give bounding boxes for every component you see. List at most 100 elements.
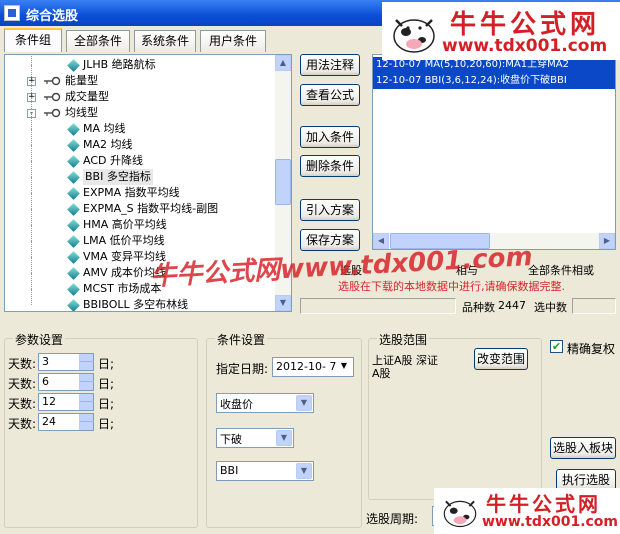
spinner-updown-icon[interactable]	[79, 354, 94, 370]
count-label: 品种数	[462, 301, 495, 314]
scroll-thumb[interactable]	[275, 159, 291, 205]
param-value: 12	[42, 395, 56, 408]
param-spinner[interactable]: 3	[38, 353, 94, 371]
spinner-updown-icon[interactable]	[79, 374, 94, 390]
spinner-updown-icon[interactable]	[79, 414, 94, 430]
param-label: 天数:	[8, 357, 37, 371]
delete-condition-button[interactable]: 删除条件	[300, 155, 360, 177]
tab-all-conditions[interactable]: 全部条件	[66, 30, 130, 52]
param-label: 天数:	[8, 397, 37, 411]
chevron-down-icon[interactable]: ▼	[296, 463, 312, 479]
count-value: 2447	[498, 299, 526, 312]
brand-name: 牛牛公式网	[486, 492, 601, 516]
field-operator-value: 下破	[220, 433, 242, 446]
chevron-down-icon[interactable]: ▼	[296, 395, 312, 411]
tree-guide-line	[31, 55, 32, 65]
tree-item-label: EXPMA 指数平均线	[83, 186, 180, 199]
tree-item-label: 均线型	[65, 106, 98, 119]
selected-value-box	[572, 298, 616, 314]
tree-item-label: MA 均线	[83, 122, 126, 135]
tree-guide-line	[31, 129, 32, 145]
tree-guide-line	[31, 257, 32, 273]
scroll-up-arrow-icon[interactable]: ▲	[275, 55, 291, 71]
tree-guide-line	[31, 273, 32, 289]
spinner-updown-icon[interactable]	[79, 394, 94, 410]
tree-item-label: EXPMA_S 指数平均线-副图	[83, 202, 219, 215]
tree-item-label: JLHB 绝路航标	[83, 58, 156, 71]
params-title: 参数设置	[13, 331, 66, 348]
key-icon	[44, 76, 61, 86]
indicator-gem-icon	[67, 123, 80, 136]
param-label: 天数:	[8, 417, 37, 431]
brand-url: www.tdx001.com	[442, 36, 608, 56]
brand-logo-top: 牛牛公式网 www.tdx001.com	[382, 2, 620, 60]
view-formula-button[interactable]: 查看公式	[300, 84, 360, 106]
tree-guide-line	[31, 193, 32, 209]
usage-notes-button[interactable]: 用法注释	[300, 54, 360, 76]
tab-user-conditions[interactable]: 用户条件	[200, 30, 266, 52]
param-unit: 日;	[98, 357, 115, 371]
selected-label: 选中数	[534, 301, 567, 314]
tree-guide-line	[31, 145, 32, 161]
tree-item-label: BBI 多空指标	[83, 169, 153, 185]
param-value: 3	[42, 355, 49, 368]
key-icon	[44, 92, 61, 102]
period-label: 选股周期:	[366, 512, 419, 526]
tree-item-label: 能量型	[65, 74, 98, 87]
param-spinner[interactable]: 24	[38, 413, 94, 431]
tree-item-label: MA2 均线	[83, 138, 133, 151]
window-title: 综合选股	[26, 9, 79, 24]
date-dropdown-icon[interactable]: ▼	[336, 359, 352, 375]
condition-settings-title: 条件设置	[215, 331, 268, 348]
date-value: 2012-10- 7	[276, 360, 337, 373]
add-condition-button[interactable]: 加入条件	[300, 126, 360, 148]
tree-item-label: HMA 高价平均线	[83, 218, 167, 231]
tree-guide-line	[31, 161, 32, 177]
tree-guide-line	[31, 225, 32, 241]
field-select-price[interactable]: 收盘价 ▼	[216, 393, 314, 413]
indicator-gem-icon	[67, 219, 80, 232]
scroll-right-arrow-icon[interactable]: ▶	[599, 233, 615, 249]
indicator-gem-icon	[67, 139, 80, 152]
field-select-indicator[interactable]: BBI ▼	[216, 461, 314, 481]
indicator-gem-icon	[67, 267, 80, 280]
tree-item-label: BBIBOLL 多空布林线	[83, 298, 189, 311]
exact-fq-checkbox[interactable]: ✔	[550, 340, 563, 353]
param-unit: 日;	[98, 417, 115, 431]
field-price-value: 收盘价	[220, 398, 253, 411]
param-value: 24	[42, 415, 56, 428]
indicator-gem-icon	[67, 171, 80, 184]
field-select-operator[interactable]: 下破 ▼	[216, 428, 294, 448]
param-spinner[interactable]: 6	[38, 373, 94, 391]
tree-guide-line	[31, 241, 32, 257]
tree-guide-line	[31, 209, 32, 225]
tree-item-label: 成交量型	[65, 90, 109, 103]
chevron-down-icon[interactable]: ▼	[276, 430, 292, 446]
param-label: 天数:	[8, 377, 37, 391]
condition-row-2[interactable]: 12-10-07 BBI(3,6,12,24):收盘价下破BBI	[373, 73, 615, 89]
selected-conditions-list[interactable]: 12-10-07 MA(5,10,20,60):MA1上穿MA2 12-10-0…	[372, 54, 616, 250]
scope-title: 选股范围	[377, 331, 430, 348]
date-picker[interactable]: 2012-10- 7 ▼	[272, 357, 354, 377]
tree-item-label: LMA 低价平均线	[83, 234, 165, 247]
param-value: 6	[42, 375, 49, 388]
import-scheme-button[interactable]: 引入方案	[300, 199, 360, 221]
brand-url: www.tdx001.com	[482, 514, 619, 530]
indicator-gem-icon	[67, 283, 80, 296]
param-spinner[interactable]: 12	[38, 393, 94, 411]
add-to-block-button[interactable]: 选股入板块	[550, 437, 616, 459]
tree-guide-line	[31, 113, 32, 129]
indicator-gem-icon	[67, 235, 80, 248]
change-scope-button[interactable]: 改变范围	[474, 348, 528, 370]
scroll-down-arrow-icon[interactable]: ▼	[275, 295, 291, 311]
date-label: 指定日期:	[216, 362, 269, 376]
tree-guide-line	[31, 289, 32, 305]
param-unit: 日;	[98, 397, 115, 411]
indicator-gem-icon	[67, 251, 80, 264]
field-indicator-value: BBI	[220, 464, 239, 477]
indicator-gem-icon	[67, 187, 80, 200]
scope-text-2: A股	[372, 367, 391, 380]
tab-condition-group[interactable]: 条件组	[4, 28, 62, 52]
brand-logo-bottom: 牛牛公式网 www.tdx001.com	[434, 488, 620, 534]
tab-system-conditions[interactable]: 系统条件	[134, 30, 196, 52]
